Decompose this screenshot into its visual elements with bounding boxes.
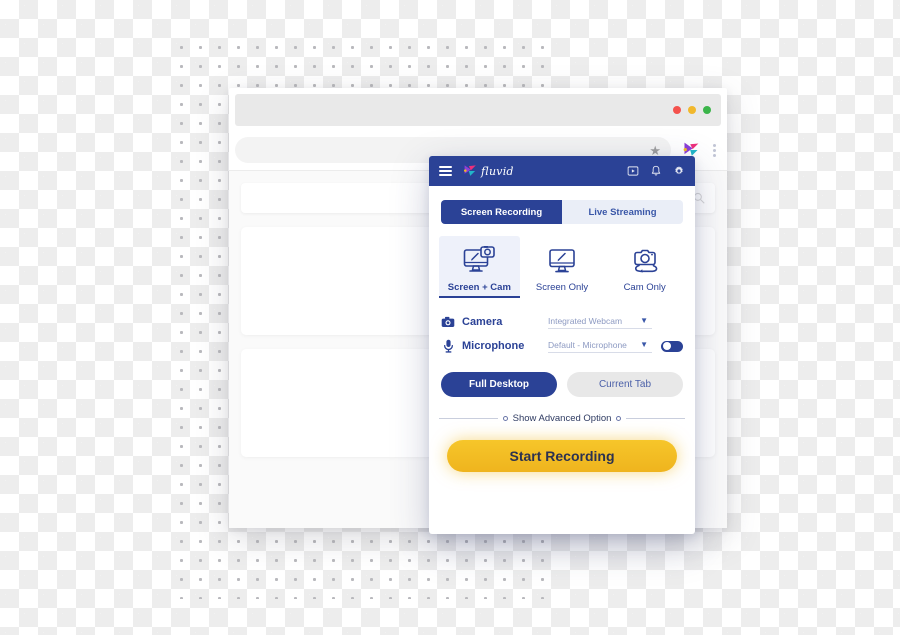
settings-gear-icon[interactable] xyxy=(673,165,685,177)
microphone-row: Microphone Default - Microphone ▼ xyxy=(441,334,683,358)
popup-tabs: Screen Recording Live Streaming xyxy=(441,200,683,224)
window-close-button[interactable] xyxy=(673,106,681,114)
hamburger-menu-icon[interactable] xyxy=(439,165,452,177)
video-library-icon[interactable] xyxy=(627,165,639,177)
chevron-down-icon: ▼ xyxy=(640,316,648,325)
mode-screen-plus-cam[interactable]: Screen + Cam xyxy=(439,236,520,298)
screenshot-stage: ★ fluvid Screen Recording Live Streaming… xyxy=(0,0,900,635)
camera-selected-value: Integrated Webcam xyxy=(548,315,623,326)
window-maximize-button[interactable] xyxy=(703,106,711,114)
capture-scope-buttons: Full Desktop Current Tab xyxy=(441,372,683,397)
brand-name: fluvid xyxy=(481,164,514,178)
camera-select[interactable]: Integrated Webcam ▼ xyxy=(548,316,652,329)
kebab-menu-icon[interactable] xyxy=(707,143,721,157)
notification-bell-icon[interactable] xyxy=(650,165,662,177)
tab-live-streaming[interactable]: Live Streaming xyxy=(562,200,683,224)
brand-logo: fluvid xyxy=(461,164,514,178)
divider-left xyxy=(439,418,498,419)
microphone-toggle[interactable] xyxy=(661,340,683,352)
microphone-select[interactable]: Default - Microphone ▼ xyxy=(548,340,652,353)
camera-label: Camera xyxy=(462,316,503,328)
capture-mode-selector: Screen + Cam Screen Only Cam Only xyxy=(439,236,685,298)
camera-row: Camera Integrated Webcam ▼ xyxy=(441,310,683,334)
advanced-label: Show Advanced Option xyxy=(512,413,612,424)
microphone-icon xyxy=(441,339,455,353)
mode-cam-only[interactable]: Cam Only xyxy=(604,236,685,298)
mode-label: Screen + Cam xyxy=(447,282,511,293)
browser-titlebar xyxy=(235,94,721,126)
camera-icon xyxy=(441,316,455,328)
start-recording-button[interactable]: Start Recording xyxy=(447,440,677,472)
popup-header: fluvid xyxy=(429,156,695,186)
advanced-ring-left-icon xyxy=(502,416,508,421)
tab-screen-recording[interactable]: Screen Recording xyxy=(441,200,562,224)
full-desktop-button[interactable]: Full Desktop xyxy=(441,372,557,397)
chevron-down-icon: ▼ xyxy=(640,340,648,349)
show-advanced-option[interactable]: Show Advanced Option xyxy=(439,413,686,424)
popup-header-icons xyxy=(627,165,685,177)
mode-screen-only[interactable]: Screen Only xyxy=(522,236,603,298)
divider-right xyxy=(626,418,686,419)
mode-label: Screen Only xyxy=(535,282,589,293)
advanced-ring-right-icon xyxy=(616,416,622,421)
microphone-label: Microphone xyxy=(462,340,525,352)
monitor-with-camera-icon xyxy=(441,243,518,279)
mode-label: Cam Only xyxy=(623,282,666,293)
device-settings: Camera Integrated Webcam ▼ Microphone De… xyxy=(441,310,683,358)
current-tab-button[interactable]: Current Tab xyxy=(567,372,683,397)
webcam-laptop-icon xyxy=(606,243,683,279)
fluvid-extension-popup: fluvid Screen Recording Live Streaming S… xyxy=(429,156,695,534)
microphone-selected-value: Default - Microphone xyxy=(548,339,627,350)
monitor-icon xyxy=(524,243,601,279)
window-minimize-button[interactable] xyxy=(688,106,696,114)
star-icon[interactable]: ★ xyxy=(649,144,661,157)
fluvid-logo-mark xyxy=(464,165,476,176)
